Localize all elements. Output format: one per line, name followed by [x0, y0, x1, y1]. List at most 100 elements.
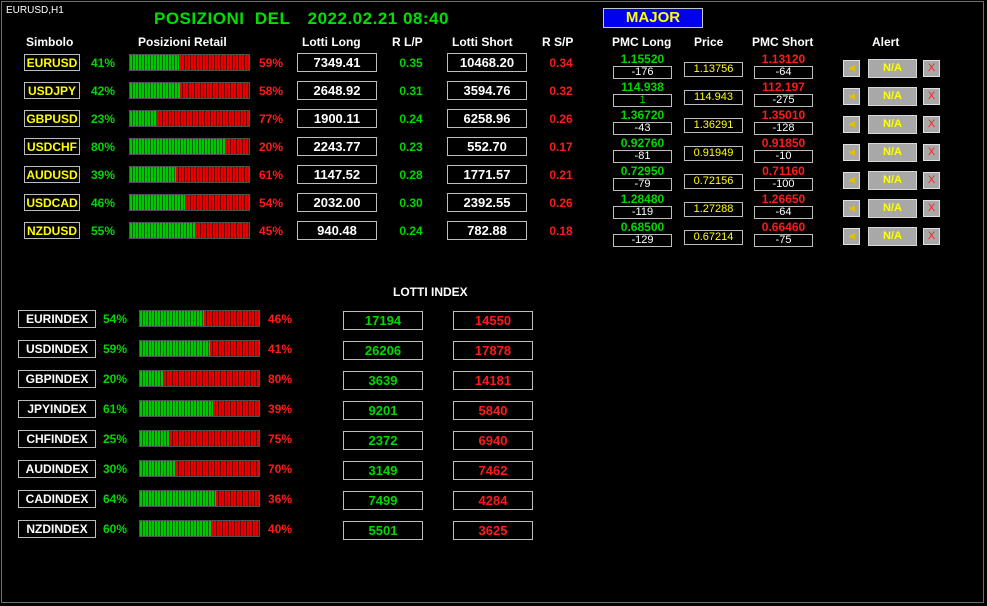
pmc-long-diff: -79	[613, 178, 672, 191]
price-value: 0.72156	[684, 174, 743, 189]
alert-na-button[interactable]: N/A	[868, 143, 917, 162]
symbol-usdcad[interactable]: USDCAD	[24, 194, 80, 211]
header-price: Price	[694, 35, 724, 49]
index-short-bar-fill	[204, 311, 259, 326]
pmc-short-value: 1.26650	[761, 192, 806, 206]
index-long-lots: 9201	[343, 401, 423, 420]
index-short-lots: 14181	[453, 371, 533, 390]
long-percent: 42%	[91, 84, 116, 98]
index-gbpindex[interactable]: GBPINDEX	[18, 370, 96, 388]
index-position-bar	[139, 520, 260, 537]
symbol-usdjpy[interactable]: USDJPY	[24, 82, 80, 99]
index-jpyindex[interactable]: JPYINDEX	[18, 400, 96, 418]
index-short-bar-fill	[212, 401, 259, 416]
index-usdindex[interactable]: USDINDEX	[18, 340, 96, 358]
short-percent: 61%	[259, 168, 284, 182]
alert-bell-icon[interactable]	[843, 200, 860, 217]
alert-close-button[interactable]: X	[923, 144, 940, 161]
index-long-bar-fill	[140, 461, 176, 476]
index-short-percent: 46%	[268, 312, 293, 326]
index-position-bar	[139, 460, 260, 477]
pmc-short-diff: -10	[754, 150, 813, 163]
alert-bell-icon[interactable]	[843, 60, 860, 77]
lotti-short-value: 552.70	[447, 137, 527, 156]
index-long-percent: 25%	[103, 432, 128, 446]
index-short-percent: 75%	[268, 432, 293, 446]
long-percent: 41%	[91, 56, 116, 70]
price-value: 1.27288	[684, 202, 743, 217]
long-bar-fill	[130, 167, 177, 182]
retail-position-bar	[129, 222, 250, 239]
alert-na-button[interactable]: N/A	[868, 87, 917, 106]
pmc-long-value: 1.15520	[620, 52, 665, 66]
alert-na-button[interactable]: N/A	[868, 199, 917, 218]
index-cadindex[interactable]: CADINDEX	[18, 490, 96, 508]
short-bar-fill	[179, 83, 249, 98]
symbol-nzdusd[interactable]: NZDUSD	[24, 222, 80, 239]
long-percent: 46%	[91, 196, 116, 210]
lotti-long-value: 2243.77	[297, 137, 377, 156]
index-long-percent: 59%	[103, 342, 128, 356]
major-button[interactable]: MAJOR	[603, 8, 703, 28]
lotti-long-value: 940.48	[297, 221, 377, 240]
alert-bell-icon[interactable]	[843, 116, 860, 133]
alert-na-button[interactable]: N/A	[868, 115, 917, 134]
index-position-bar	[139, 370, 260, 387]
index-long-lots: 3149	[343, 461, 423, 480]
header-lotti-long: Lotti Long	[302, 35, 361, 49]
lotti-short-value: 1771.57	[447, 165, 527, 184]
index-long-bar-fill	[140, 371, 164, 386]
index-nzdindex[interactable]: NZDINDEX	[18, 520, 96, 538]
index-short-lots: 17878	[453, 341, 533, 360]
retail-position-bar	[129, 194, 250, 211]
alert-close-button[interactable]: X	[923, 228, 940, 245]
symbol-gbpusd[interactable]: GBPUSD	[24, 110, 80, 127]
index-chfindex[interactable]: CHFINDEX	[18, 430, 96, 448]
price-value: 0.67214	[684, 230, 743, 245]
page-title-prefix: POSIZIONI DEL	[154, 9, 291, 28]
header-pmc-short: PMC Short	[752, 35, 814, 49]
index-audindex[interactable]: AUDINDEX	[18, 460, 96, 478]
price-value: 1.36291	[684, 118, 743, 133]
pmc-long-diff: -81	[613, 150, 672, 163]
alert-close-button[interactable]: X	[923, 116, 940, 133]
r-sp-value: 0.17	[549, 140, 573, 154]
page-title-datetime: 2022.02.21 08:40	[307, 9, 449, 28]
alert-bell-icon[interactable]	[843, 88, 860, 105]
r-sp-value: 0.21	[549, 168, 573, 182]
retail-position-bar	[129, 138, 250, 155]
long-percent: 39%	[91, 168, 116, 182]
header-r-lp: R L/P	[392, 35, 423, 49]
alert-na-button[interactable]: N/A	[868, 59, 917, 78]
index-eurindex[interactable]: EURINDEX	[18, 310, 96, 328]
header-r-sp: R S/P	[542, 35, 574, 49]
symbol-usdchf[interactable]: USDCHF	[24, 138, 80, 155]
lotti-short-value: 6258.96	[447, 109, 527, 128]
r-sp-value: 0.26	[549, 196, 573, 210]
long-percent: 23%	[91, 112, 116, 126]
alert-close-button[interactable]: X	[923, 172, 940, 189]
alert-close-button[interactable]: X	[923, 60, 940, 77]
alert-close-button[interactable]: X	[923, 88, 940, 105]
pmc-long-value: 0.92760	[620, 136, 665, 150]
header-alert: Alert	[872, 35, 900, 49]
alert-bell-icon[interactable]	[843, 172, 860, 189]
r-sp-value: 0.18	[549, 224, 573, 238]
alert-bell-icon[interactable]	[843, 228, 860, 245]
pmc-short-value: 0.91850	[761, 136, 806, 150]
symbol-eurusd[interactable]: EURUSD	[24, 54, 80, 71]
alert-close-button[interactable]: X	[923, 200, 940, 217]
alert-na-button[interactable]: N/A	[868, 171, 917, 190]
index-short-lots: 3625	[453, 521, 533, 540]
alert-na-button[interactable]: N/A	[868, 227, 917, 246]
pmc-short-value: 0.71160	[762, 164, 805, 178]
index-long-percent: 64%	[103, 492, 128, 506]
symbol-audusd[interactable]: AUDUSD	[24, 166, 80, 183]
price-value: 114.943	[684, 90, 743, 105]
pmc-short-value: 1.13120	[761, 52, 806, 66]
page-title: POSIZIONI DEL 2022.02.21 08:40	[154, 9, 449, 29]
lotti-long-value: 7349.41	[297, 53, 377, 72]
alert-bell-icon[interactable]	[843, 144, 860, 161]
lotti-long-value: 1900.11	[297, 109, 377, 128]
header-simbolo: Simbolo	[26, 35, 74, 49]
